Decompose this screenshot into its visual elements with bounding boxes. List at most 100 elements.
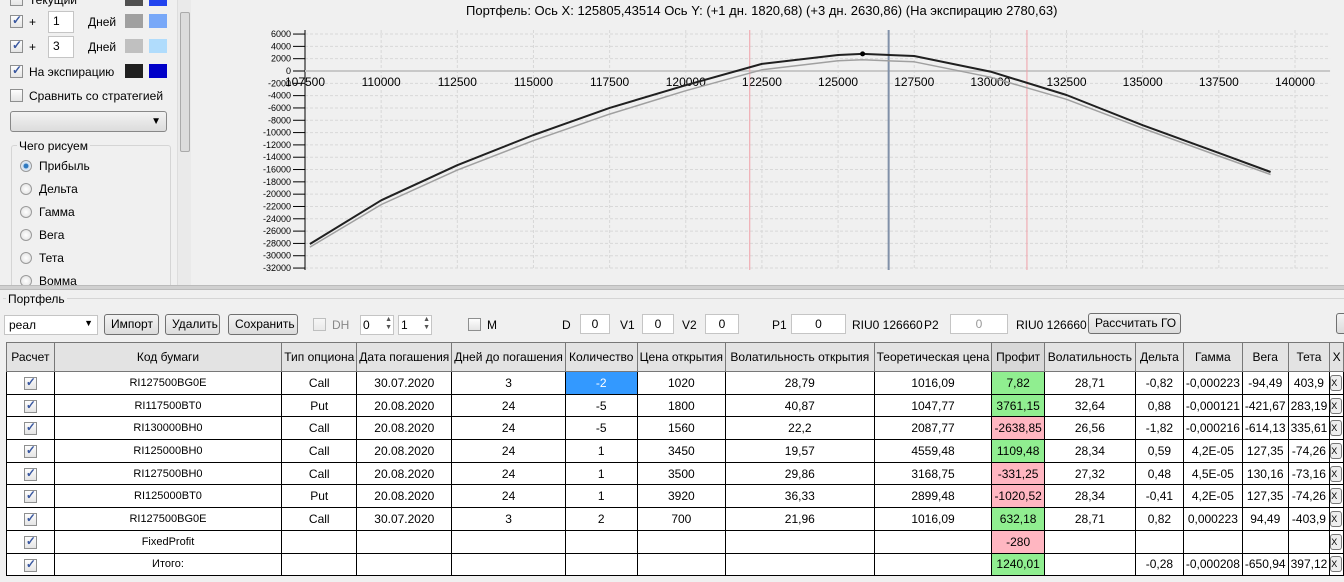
table-row[interactable]: RI125000BH0Call20.08.2020241345019,57455… (6, 439, 1344, 463)
table-row[interactable]: RI127500BG0ECall30.07.20203-2102028,7910… (6, 371, 1344, 395)
compare-checkbox[interactable] (10, 89, 23, 102)
table-cell[interactable]: -74,26 (1287, 484, 1331, 509)
table-cell[interactable]: 26,56 (1043, 416, 1136, 441)
table-cell[interactable] (1134, 529, 1184, 554)
m-checkbox[interactable] (468, 318, 481, 331)
table-cell[interactable]: 32,64 (1043, 393, 1136, 418)
remove-row-button[interactable]: X (1330, 397, 1343, 414)
extra-button[interactable] (1336, 313, 1344, 334)
table-cell[interactable]: 1 (564, 484, 638, 509)
table-cell[interactable]: RI127500BG0E (53, 507, 283, 531)
draw-mode-radio[interactable] (20, 160, 32, 172)
table-cell[interactable]: 130,16 (1241, 461, 1289, 486)
table-cell[interactable]: 3920 (636, 484, 727, 509)
remove-row-button[interactable]: X (1330, 442, 1343, 459)
draw-mode-radio[interactable] (20, 206, 32, 218)
table-cell[interactable]: -650,94 (1241, 552, 1289, 577)
remove-row-cell[interactable]: X (1329, 416, 1344, 441)
table-cell[interactable]: -0,28 (1134, 552, 1184, 577)
table-cell[interactable]: 24 (451, 461, 566, 486)
table-cell[interactable]: -5 (564, 416, 638, 441)
table-cell[interactable]: 28,34 (1043, 484, 1136, 509)
table-cell[interactable] (1241, 529, 1289, 554)
table-cell[interactable]: 1047,77 (873, 393, 993, 418)
table-cell[interactable]: 4,2E-05 (1182, 439, 1243, 463)
table-cell[interactable]: 24 (451, 439, 566, 463)
table-cell[interactable]: 28,79 (725, 371, 875, 395)
table-row[interactable]: RI127500BG0ECall30.07.20203270021,961016… (6, 507, 1344, 531)
column-header[interactable]: Количество (564, 342, 638, 372)
table-cell[interactable]: 1560 (636, 416, 727, 441)
calc-checkbox[interactable] (23, 534, 37, 549)
table-cell[interactable]: 2 (564, 507, 638, 531)
remove-row-cell[interactable]: X (1329, 461, 1344, 486)
table-cell[interactable]: 335,61 (1287, 416, 1331, 441)
table-cell[interactable]: 22,2 (725, 416, 875, 441)
draw-mode-radio[interactable] (20, 252, 32, 264)
table-cell[interactable] (1043, 552, 1136, 577)
table-cell[interactable] (564, 529, 638, 554)
table-cell[interactable]: -614,13 (1241, 416, 1289, 441)
table-cell[interactable]: 20.08.2020 (356, 439, 453, 463)
table-cell[interactable]: 28,71 (1043, 371, 1136, 395)
spin-1[interactable]: 0 ▲ ▼ (360, 315, 394, 335)
table-cell[interactable]: 3450 (636, 439, 727, 463)
table-cell[interactable]: 27,32 (1043, 461, 1136, 486)
table-cell[interactable]: Call (281, 416, 358, 441)
column-header[interactable]: X (1329, 342, 1344, 372)
table-cell[interactable]: -0,000223 (1182, 371, 1243, 395)
column-header[interactable]: Волатильность открытия (725, 342, 875, 372)
table-cell[interactable]: 3 (451, 371, 566, 395)
strategy-select[interactable]: ▼ (10, 111, 167, 132)
table-cell[interactable]: 28,34 (1043, 439, 1136, 463)
table-cell[interactable] (873, 529, 993, 554)
spin-2[interactable]: 1 ▲ ▼ (398, 315, 432, 335)
settings-scrollbar[interactable] (177, 0, 191, 286)
table-row[interactable]: FixedProfit -280 X (6, 529, 1344, 554)
table-cell[interactable]: 1020 (636, 371, 727, 395)
remove-row-cell[interactable]: X (1329, 393, 1344, 418)
table-cell[interactable]: 29,86 (725, 461, 875, 486)
table-cell[interactable]: 20.08.2020 (356, 484, 453, 509)
column-header[interactable]: Волатильность (1043, 342, 1136, 372)
table-cell[interactable]: 283,19 (1287, 393, 1331, 418)
table-cell[interactable]: Put (281, 393, 358, 418)
curve-color-swatch[interactable] (149, 14, 167, 28)
table-cell[interactable]: 0,48 (1134, 461, 1184, 486)
table-cell[interactable] (451, 552, 566, 577)
save-button[interactable]: Сохранить (228, 314, 298, 335)
remove-row-cell[interactable]: X (1329, 529, 1344, 554)
table-cell[interactable]: 1800 (636, 393, 727, 418)
table-row[interactable]: RI127500BH0Call20.08.2020241350029,86316… (6, 461, 1344, 486)
table-cell[interactable]: 4,2E-05 (1182, 484, 1243, 509)
remove-row-button[interactable]: X (1330, 465, 1343, 482)
table-cell[interactable] (281, 552, 358, 577)
remove-row-cell[interactable]: X (1329, 371, 1344, 395)
table-cell[interactable]: 2087,77 (873, 416, 993, 441)
dh-checkbox[interactable] (313, 318, 326, 331)
table-cell[interactable] (1287, 529, 1331, 554)
portfolio-select[interactable]: реал ▼ (4, 315, 98, 335)
table-cell[interactable] (873, 552, 993, 577)
remove-row-cell[interactable]: X (1329, 552, 1344, 577)
remove-row-button[interactable]: X (1330, 488, 1343, 505)
table-cell[interactable] (1043, 529, 1136, 554)
table-row[interactable]: RI125000BT0Put20.08.2020241392036,332899… (6, 484, 1344, 509)
table-cell[interactable]: 0,000223 (1182, 507, 1243, 531)
table-cell[interactable]: -74,26 (1287, 439, 1331, 463)
table-cell[interactable]: 700 (636, 507, 727, 531)
remove-row-cell[interactable]: X (1329, 507, 1344, 531)
table-cell[interactable]: Call (281, 461, 358, 486)
table-cell[interactable] (564, 552, 638, 577)
column-header[interactable]: Теоретическая цена (873, 342, 993, 372)
table-cell[interactable]: 127,35 (1241, 439, 1289, 463)
remove-row-button[interactable]: X (1330, 420, 1343, 437)
p1-field[interactable]: 0 (791, 314, 846, 334)
table-cell[interactable]: 30.07.2020 (356, 507, 453, 531)
table-cell[interactable]: RI127500BG0E (53, 371, 283, 395)
p2-field[interactable]: 0 (950, 314, 1008, 334)
calc-checkbox[interactable] (23, 398, 37, 413)
table-cell[interactable] (356, 552, 453, 577)
column-header[interactable]: Цена открытия (636, 342, 727, 372)
curve-checkbox[interactable] (10, 63, 23, 78)
